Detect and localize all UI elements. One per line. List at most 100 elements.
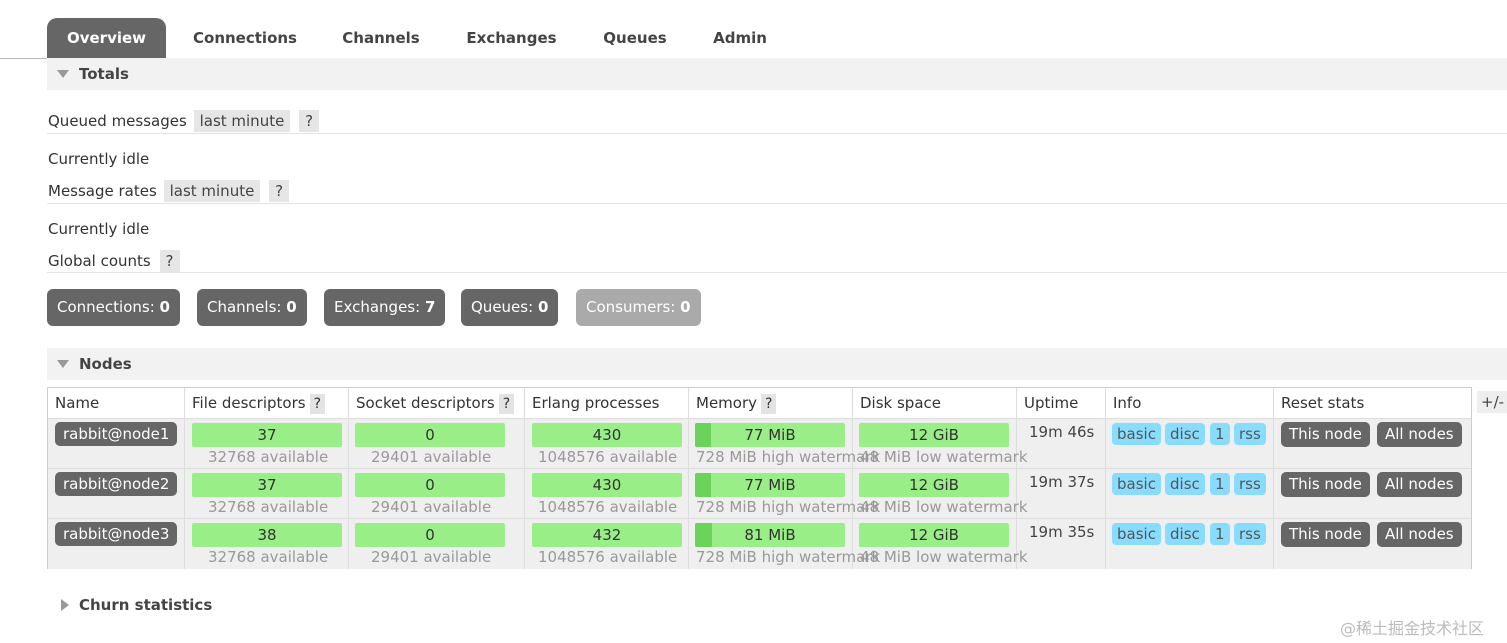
file-descriptors-available: 32768 available xyxy=(208,448,329,466)
column-header-name: Name xyxy=(48,388,185,418)
disk-space-bar: 12 GiB xyxy=(859,523,1009,547)
reset-all-nodes-button[interactable]: All nodes xyxy=(1377,522,1462,547)
nodes-section-header[interactable]: Nodes xyxy=(47,348,1507,380)
queued-messages-label: Queued messages xyxy=(48,112,187,130)
info-tag-rss: rss xyxy=(1234,473,1266,495)
column-header-socket-descriptors: Socket descriptors? xyxy=(349,388,525,418)
count-label: Queues: xyxy=(471,298,534,316)
message-rates-row: Message rates last minute ? xyxy=(48,180,290,202)
collapse-icon xyxy=(57,360,69,368)
column-header-uptime: Uptime xyxy=(1017,388,1106,418)
totals-title: Totals xyxy=(79,65,129,83)
count-label: Connections: xyxy=(57,298,155,316)
help-button[interactable]: ? xyxy=(309,394,326,414)
erlang-processes-bar: 430 xyxy=(532,423,682,447)
message-rates-label: Message rates xyxy=(48,182,157,200)
erlang-processes-available: 1048576 available xyxy=(538,448,678,466)
column-header-reset-stats: Reset stats xyxy=(1281,394,1365,412)
collapse-icon xyxy=(57,70,69,78)
main-tabs: Overview Connections Channels Exchanges … xyxy=(0,18,1507,59)
table-row: rabbit@node3 38 32768 available 0 29401 … xyxy=(48,518,1471,569)
socket-descriptors-bar: 0 xyxy=(355,423,505,447)
socket-descriptors-bar: 0 xyxy=(355,473,505,497)
node-name-button[interactable]: rabbit@node3 xyxy=(55,522,178,546)
columns-toggle-button[interactable]: +/- xyxy=(1477,391,1507,413)
count-value: 0 xyxy=(159,298,170,316)
count-label: Consumers: xyxy=(586,298,676,316)
rates-period-select[interactable]: last minute xyxy=(163,180,261,202)
count-value: 0 xyxy=(537,298,549,316)
queued-period-select[interactable]: last minute xyxy=(193,110,291,132)
global-help-button[interactable]: ? xyxy=(159,250,180,272)
help-button[interactable]: ? xyxy=(498,394,515,414)
node-name-button[interactable]: rabbit@node1 xyxy=(55,422,178,446)
info-tag-count: 1 xyxy=(1210,423,1230,445)
churn-title: Churn statistics xyxy=(79,596,213,614)
disk-low-watermark: 48 MiB low watermark xyxy=(860,498,1028,516)
info-tag-disc: disc xyxy=(1165,523,1205,545)
totals-section-header[interactable]: Totals xyxy=(47,58,1507,90)
consumers-count-button[interactable]: Consumers: 0 xyxy=(576,289,701,326)
exchanges-count-button[interactable]: Exchanges: 7 xyxy=(324,289,446,326)
count-label: Channels: xyxy=(207,298,282,316)
reset-all-nodes-button[interactable]: All nodes xyxy=(1377,422,1462,447)
memory-bar: 77 MiB xyxy=(695,473,845,497)
channels-count-button[interactable]: Channels: 0 xyxy=(197,289,307,326)
erlang-processes-available: 1048576 available xyxy=(538,548,678,566)
memory-bar: 77 MiB xyxy=(695,423,845,447)
rates-help-button[interactable]: ? xyxy=(269,180,290,202)
rates-status: Currently idle xyxy=(48,220,150,238)
count-value: 0 xyxy=(680,298,691,316)
count-value: 0 xyxy=(286,298,297,316)
erlang-processes-bar: 430 xyxy=(532,473,682,497)
uptime-value: 19m 35s xyxy=(1029,523,1095,541)
table-row: rabbit@node2 37 32768 available 0 29401 … xyxy=(48,468,1471,519)
file-descriptors-available: 32768 available xyxy=(208,498,329,516)
info-tag-disc: disc xyxy=(1165,473,1205,495)
memory-bar: 81 MiB xyxy=(695,523,845,547)
divider xyxy=(47,133,1507,134)
erlang-processes-bar: 432 xyxy=(532,523,682,547)
nodes-title: Nodes xyxy=(79,355,132,373)
reset-this-node-button[interactable]: This node xyxy=(1281,422,1370,447)
connections-count-button[interactable]: Connections: 0 xyxy=(47,289,180,326)
tab-channels[interactable]: Channels xyxy=(330,18,432,58)
socket-descriptors-available: 29401 available xyxy=(371,498,492,516)
socket-descriptors-bar: 0 xyxy=(355,523,505,547)
uptime-value: 19m 46s xyxy=(1029,423,1095,441)
file-descriptors-bar: 38 xyxy=(192,523,342,547)
column-header-disk-space: Disk space xyxy=(853,388,1017,418)
divider xyxy=(47,203,1507,204)
divider xyxy=(47,272,1507,273)
socket-descriptors-available: 29401 available xyxy=(371,448,492,466)
disk-space-bar: 12 GiB xyxy=(859,423,1009,447)
info-tag-rss: rss xyxy=(1234,423,1266,445)
column-header-file-descriptors: File descriptors? xyxy=(185,388,349,418)
info-tag-count: 1 xyxy=(1210,473,1230,495)
tab-exchanges[interactable]: Exchanges xyxy=(455,18,568,58)
disk-low-watermark: 48 MiB low watermark xyxy=(860,448,1028,466)
watermark: @稀土掘金技术社区 xyxy=(1340,619,1485,638)
node-name-button[interactable]: rabbit@node2 xyxy=(55,472,178,496)
queues-count-button[interactable]: Queues: 0 xyxy=(461,289,559,326)
info-tag-rss: rss xyxy=(1234,523,1266,545)
table-row: rabbit@node1 37 32768 available 0 29401 … xyxy=(48,418,1471,469)
reset-all-nodes-button[interactable]: All nodes xyxy=(1377,472,1462,497)
erlang-processes-available: 1048576 available xyxy=(538,498,678,516)
churn-section-header[interactable]: Churn statistics xyxy=(47,589,1507,621)
reset-this-node-button[interactable]: This node xyxy=(1281,472,1370,497)
tab-overview[interactable]: Overview xyxy=(47,18,166,58)
global-counts-row: Global counts ? xyxy=(48,250,180,272)
count-value: 7 xyxy=(424,298,436,316)
tab-connections[interactable]: Connections xyxy=(180,18,310,58)
queued-help-button[interactable]: ? xyxy=(299,110,320,132)
info-tag-disc: disc xyxy=(1165,423,1205,445)
disk-low-watermark: 48 MiB low watermark xyxy=(860,548,1028,566)
tab-queues[interactable]: Queues xyxy=(590,18,680,58)
reset-this-node-button[interactable]: This node xyxy=(1281,522,1370,547)
info-tag-count: 1 xyxy=(1210,523,1230,545)
queued-status: Currently idle xyxy=(48,150,150,168)
tab-admin[interactable]: Admin xyxy=(700,18,780,58)
help-button[interactable]: ? xyxy=(761,394,777,414)
file-descriptors-available: 32768 available xyxy=(208,548,329,566)
